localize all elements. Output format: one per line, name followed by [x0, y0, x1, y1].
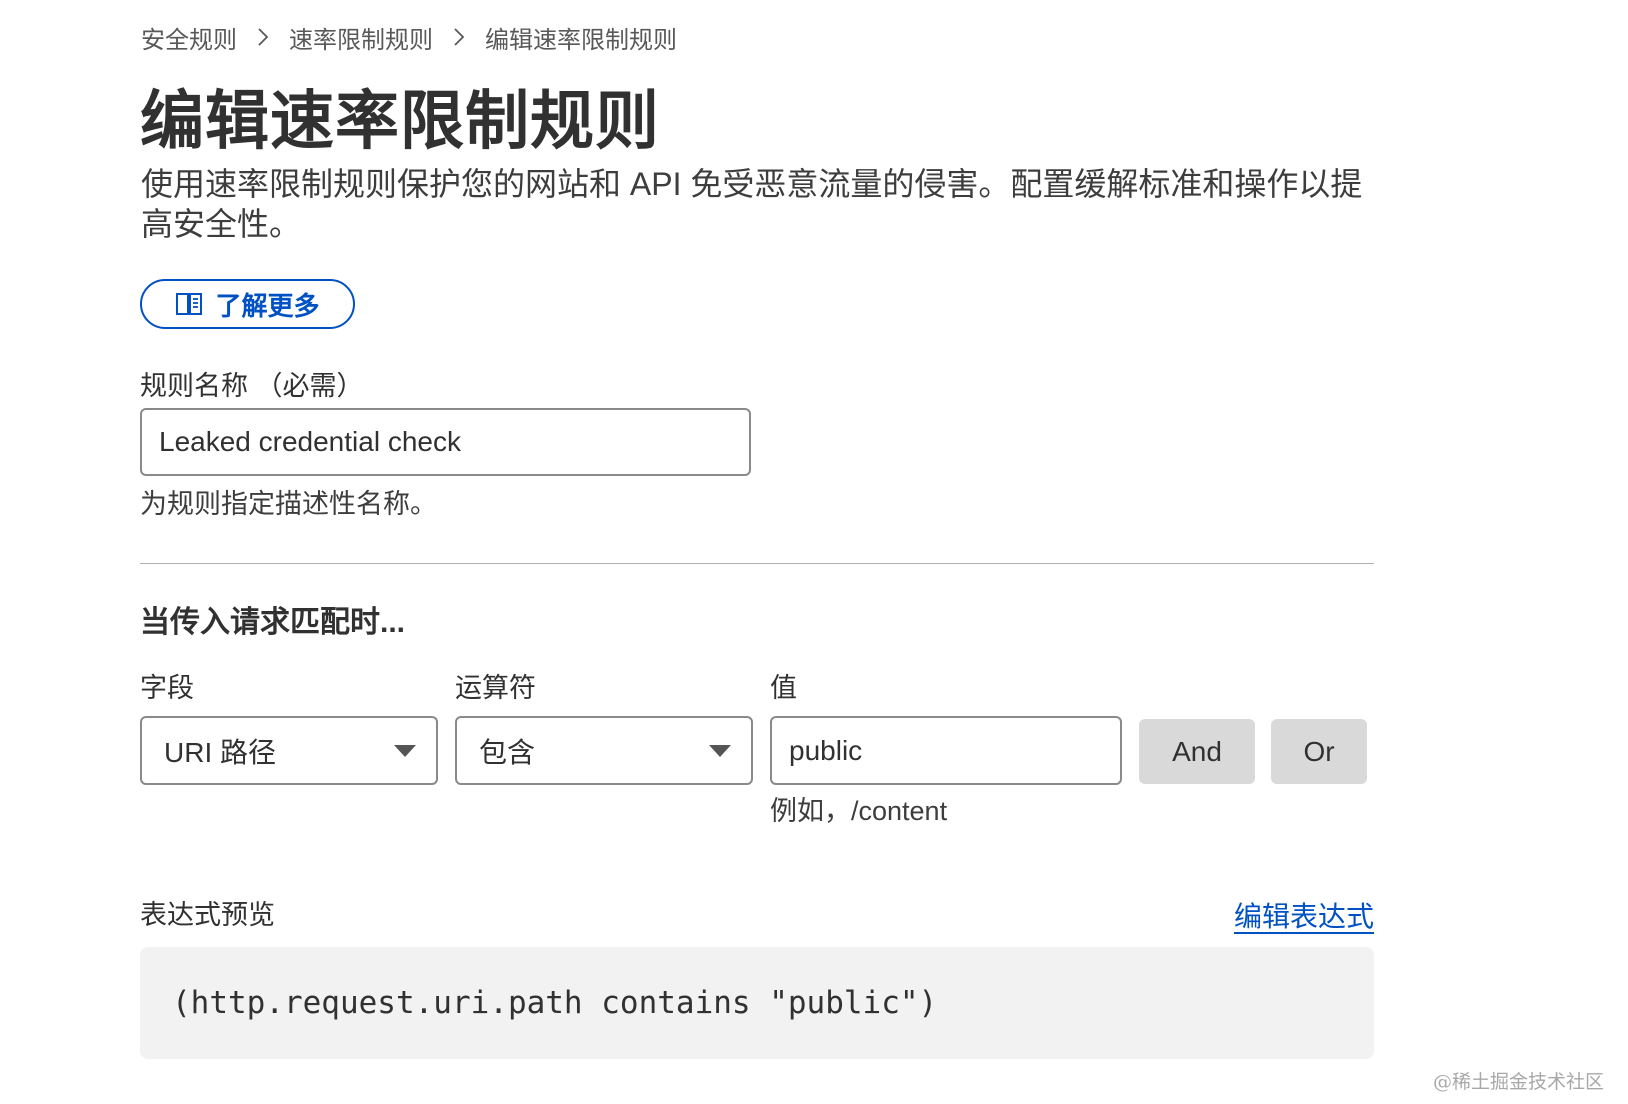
- breadcrumb-item-security-rules[interactable]: 安全规则: [141, 20, 237, 55]
- page-description: 使用速率限制规则保护您的网站和 API 免受恶意流量的侵害。配置缓解标准和操作以…: [141, 166, 1363, 242]
- caret-down-icon: [394, 744, 416, 757]
- rule-name-input[interactable]: [140, 408, 751, 476]
- rule-name-label: 规则名称 （必需）: [140, 371, 364, 401]
- field-label: 字段: [140, 673, 194, 703]
- learn-more-button[interactable]: 了解更多: [140, 279, 355, 329]
- breadcrumb-item-current: 编辑速率限制规则: [485, 26, 677, 54]
- expression-code: (http.request.uri.path contains "public"…: [172, 985, 938, 1021]
- edit-expression-link[interactable]: 编辑表达式: [1234, 895, 1374, 935]
- caret-down-icon: [709, 744, 731, 757]
- and-button[interactable]: And: [1139, 719, 1255, 784]
- chevron-right-icon: [433, 27, 485, 47]
- value-label: 值: [770, 673, 797, 703]
- value-input[interactable]: [770, 716, 1122, 785]
- value-helper: 例如，/content: [770, 796, 948, 826]
- expression-preview-box: (http.request.uri.path contains "public"…: [140, 947, 1374, 1059]
- operator-select-value: 包含: [479, 736, 536, 768]
- edit-rate-limit-rule-page: 安全规则 速率限制规则 编辑速率限制规则 编辑速率限制规则 使用速率限制规则保护…: [0, 0, 1628, 1104]
- expression-preview-label: 表达式预览: [140, 900, 275, 930]
- chevron-right-icon: [237, 27, 289, 47]
- field-select-value: URI 路径: [164, 736, 277, 768]
- match-section-title: 当传入请求匹配时...: [140, 606, 406, 639]
- or-button[interactable]: Or: [1271, 719, 1367, 784]
- book-icon: [175, 291, 203, 317]
- watermark: @稀土掘金技术社区: [1432, 1071, 1604, 1093]
- rule-name-helper: 为规则指定描述性名称。: [140, 489, 437, 519]
- section-divider: [140, 563, 1374, 564]
- operator-label: 运算符: [455, 673, 536, 703]
- field-select[interactable]: URI 路径: [140, 716, 438, 785]
- breadcrumb-item-rate-limit-rules[interactable]: 速率限制规则: [289, 20, 433, 55]
- operator-select[interactable]: 包含: [455, 716, 753, 785]
- breadcrumb: 安全规则 速率限制规则 编辑速率限制规则: [141, 20, 677, 54]
- page-title: 编辑速率限制规则: [140, 85, 660, 157]
- learn-more-label: 了解更多: [215, 290, 320, 321]
